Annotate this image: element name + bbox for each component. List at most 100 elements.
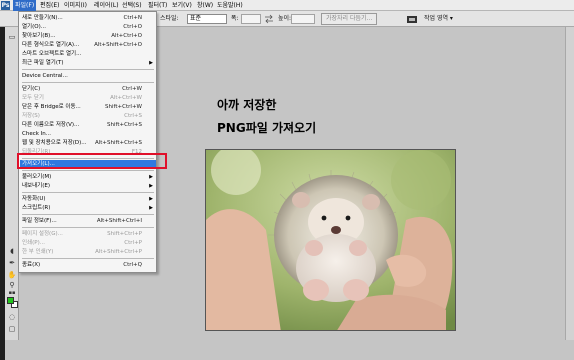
foreground-color-swatch[interactable] — [7, 297, 14, 304]
menu-item-label: 저장(S) — [22, 113, 40, 119]
menu-item-open-as[interactable]: 다른 형식으로 열기(A)... Alt+Shift+Ctrl+O — [20, 41, 156, 49]
menu-item-save-as[interactable]: 다른 이름으로 저장(V)... Shift+Ctrl+S — [20, 121, 156, 129]
menu-item-shortcut: Ctrl+W — [122, 86, 142, 92]
menu-item-print[interactable]: 인쇄(P)... Ctrl+P — [20, 239, 156, 247]
dodge-tool-icon[interactable]: ◖ — [7, 247, 17, 256]
menu-item-shortcut: Alt+Ctrl+O — [111, 33, 142, 39]
menu-window[interactable]: 창(W) — [195, 0, 215, 11]
right-panel-edge — [565, 27, 574, 340]
submenu-arrow-icon: ▶ — [149, 60, 153, 66]
menu-item-print-one-copy[interactable]: 한 부 인쇄(Y) Alt+Shift+Ctrl+P — [20, 248, 156, 256]
menu-item-shortcut: Alt+Shift+Ctrl+P — [95, 249, 142, 255]
file-menu-dropdown: 새로 만들기(N)... Ctrl+N 열기(O)... Ctrl+O 찾아보기(B… — [18, 11, 157, 273]
menu-item-label: 새로 만들기(N)... — [22, 15, 63, 21]
submenu-arrow-icon: ▶ — [149, 183, 153, 189]
menu-edit[interactable]: 편집(E) — [38, 0, 62, 11]
menu-item-label: 페이지 설정(G)... — [22, 231, 63, 237]
menu-separator — [22, 82, 154, 83]
menu-item-shortcut: Ctrl+Q — [123, 262, 142, 268]
menu-item-close-go-bridge[interactable]: 닫은 후 Bridge로 이동... Shift+Ctrl+W — [20, 103, 156, 111]
menu-item-close[interactable]: 닫기(C) Ctrl+W — [20, 85, 156, 93]
menu-item-exit[interactable]: 종료(X) Ctrl+Q — [20, 261, 156, 269]
menu-item-check-in[interactable]: Check In... — [20, 130, 156, 138]
menu-select[interactable]: 선택(S) — [120, 0, 144, 11]
menu-item-label: 한 부 인쇄(Y) — [22, 249, 54, 255]
swap-icon[interactable] — [264, 14, 274, 24]
height-field[interactable] — [291, 14, 315, 24]
width-field[interactable] — [241, 14, 261, 24]
hand-tool-icon[interactable]: ✋ — [7, 271, 17, 280]
menu-separator — [22, 170, 154, 171]
toolbox: ▭ ◖ ✒ ✋ ⚲ ▪▪ ◌ ▢ — [5, 27, 19, 340]
menu-item-label: 찾아보기(B)... — [22, 33, 56, 39]
menu-item-open-recent[interactable]: 최근 파일 열기(T) ▶ — [20, 59, 156, 67]
menu-item-close-all[interactable]: 모두 닫기 Alt+Ctrl+W — [20, 94, 156, 102]
menu-separator — [22, 69, 154, 70]
menu-item-shortcut: Alt+Ctrl+W — [110, 95, 142, 101]
highlight-box — [17, 153, 167, 169]
menu-item-label: 최근 파일 열기(T) — [22, 60, 64, 66]
menu-item-label: 스크립트(R) — [22, 205, 51, 211]
menu-item-file-info[interactable]: 파일 정보(F)... Alt+Shift+Ctrl+I — [20, 217, 156, 225]
workspace-menu-button[interactable]: 작업 영역 ▾ — [424, 13, 453, 25]
menu-item-save-for-web[interactable]: 웹 및 장치용으로 저장(D)... Alt+Shift+Ctrl+S — [20, 139, 156, 147]
menu-item-label: 닫은 후 Bridge로 이동... — [22, 104, 81, 110]
menu-separator — [22, 214, 154, 215]
menu-item-scripts[interactable]: 스크립트(R) ▶ — [20, 204, 156, 212]
menu-item-save[interactable]: 저장(S) Ctrl+S — [20, 112, 156, 120]
menu-item-label: Device Central... — [22, 73, 68, 79]
menu-item-import[interactable]: 불러오기(M) ▶ — [20, 173, 156, 181]
menu-item-open-smart-object[interactable]: 스마트 오브젝트로 열기... — [20, 50, 156, 58]
submenu-arrow-icon: ▶ — [149, 205, 153, 211]
quick-mask-icon[interactable]: ◌ — [7, 313, 17, 322]
menu-item-shortcut: Alt+Shift+Ctrl+O — [94, 42, 142, 48]
menu-item-label: 스마트 오브젝트로 열기... — [22, 51, 82, 57]
menu-item-shortcut: Ctrl+O — [123, 24, 142, 30]
style-select[interactable]: 표준 — [187, 14, 227, 24]
menu-item-label: 종료(X) — [22, 262, 41, 268]
menu-item-shortcut: Ctrl+S — [124, 113, 142, 119]
bridge-icon[interactable] — [406, 14, 418, 24]
menu-item-browse[interactable]: 찾아보기(B)... Alt+Ctrl+O — [20, 32, 156, 40]
menu-item-label: 내보내기(E) — [22, 183, 51, 189]
hedgehog-photo — [205, 149, 456, 331]
menu-item-label: 파일 정보(F)... — [22, 218, 57, 224]
menu-item-export[interactable]: 내보내기(E) ▶ — [20, 182, 156, 190]
photoshop-logo-icon: Ps — [1, 1, 10, 10]
menu-filter[interactable]: 필터(T) — [146, 0, 169, 11]
menu-view[interactable]: 보기(V) — [170, 0, 194, 11]
height-label: 높이: — [278, 15, 292, 22]
pen-tool-icon[interactable]: ✒ — [7, 259, 17, 268]
menu-item-automate[interactable]: 자동화(U) ▶ — [20, 195, 156, 203]
menu-item-shortcut: Shift+Ctrl+W — [105, 104, 142, 110]
submenu-arrow-icon: ▶ — [149, 174, 153, 180]
screen-mode-icon[interactable]: ▢ — [7, 325, 17, 334]
marquee-tool-icon[interactable]: ▭ — [7, 33, 17, 42]
menu-item-label: 웹 및 장치용으로 저장(D)... — [22, 140, 87, 146]
menu-item-open[interactable]: 열기(O)... Ctrl+O — [20, 23, 156, 31]
menu-item-shortcut: Alt+Shift+Ctrl+I — [96, 218, 142, 224]
menu-item-label: Check In... — [22, 131, 52, 137]
menu-item-label: 다른 형식으로 열기(A)... — [22, 42, 80, 48]
menu-help[interactable]: 도움말(H) — [215, 0, 245, 11]
style-label: 스타일: — [160, 15, 179, 22]
menu-item-label: 닫기(C) — [22, 86, 41, 92]
menu-item-shortcut: Shift+Ctrl+S — [107, 122, 142, 128]
menu-separator — [22, 192, 154, 193]
menu-item-label: 인쇄(P)... — [22, 240, 45, 246]
menu-item-page-setup[interactable]: 페이지 설정(G)... Shift+Ctrl+P — [20, 230, 156, 238]
menu-item-label: 자동화(U) — [22, 196, 46, 202]
refine-edge-button[interactable]: 가장자리 다듬기... — [321, 13, 377, 25]
menu-item-label: 열기(O)... — [22, 24, 46, 30]
menu-item-device-central[interactable]: Device Central... — [20, 72, 156, 80]
annotation-line-1: 아까 저장한 — [217, 98, 277, 112]
menu-image[interactable]: 이미지(I) — [62, 0, 89, 11]
menu-bar: Ps 파일(F) 편집(E) 이미지(I) 레이어(L) 선택(S) 필터(T)… — [0, 0, 574, 11]
menu-item-shortcut: Alt+Shift+Ctrl+S — [94, 140, 142, 146]
menu-layer[interactable]: 레이어(L) — [92, 0, 121, 11]
menu-separator — [22, 227, 154, 228]
menu-file[interactable]: 파일(F) — [13, 0, 37, 11]
menu-item-new[interactable]: 새로 만들기(N)... Ctrl+N — [20, 14, 156, 22]
menu-item-label: 모두 닫기 — [22, 95, 44, 101]
submenu-arrow-icon: ▶ — [149, 196, 153, 202]
